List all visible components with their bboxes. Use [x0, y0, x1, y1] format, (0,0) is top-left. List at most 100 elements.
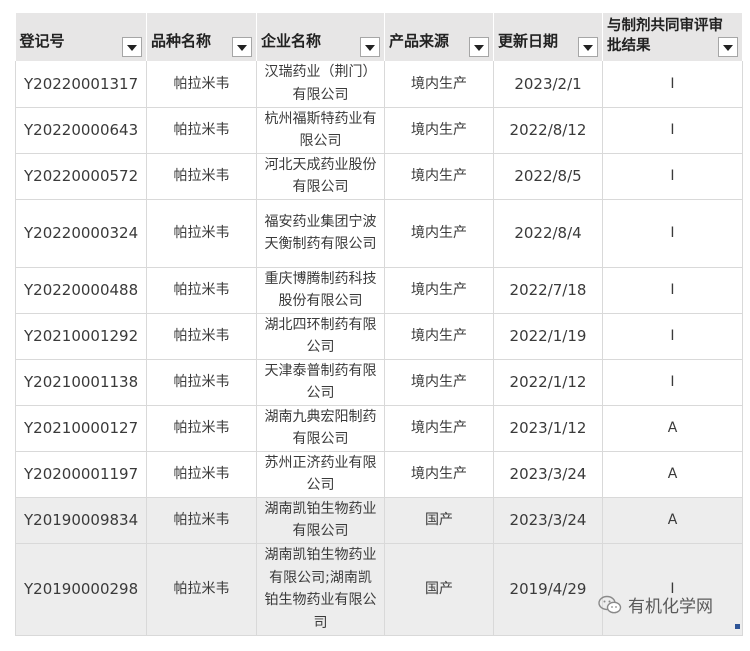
cell-reg-no[interactable]: Y20210000127	[15, 405, 147, 452]
cell-review-result[interactable]: I	[602, 359, 743, 406]
cell-update-date[interactable]: 2023/2/1	[493, 61, 603, 108]
cell-drug-name[interactable]: 帕拉米韦	[146, 61, 257, 108]
header-label: 更新日期	[498, 32, 559, 50]
header-label: 登记号	[19, 32, 65, 50]
cell-reg-no[interactable]: Y20220000488	[15, 267, 147, 314]
table-body: Y20220001317 帕拉米韦 汉瑞药业（荆门）有限公司 境内生产 2023/2/1…	[15, 61, 743, 636]
header-review-result: 与制剂共同审评审批结果	[602, 13, 743, 61]
filter-dropdown-button[interactable]	[578, 37, 598, 57]
table-row[interactable]: Y20220000488 帕拉米韦 重庆博腾制药科技股份有限公司 境内生产 2022/7…	[15, 267, 743, 314]
cell-company[interactable]: 重庆博腾制药科技股份有限公司	[256, 267, 385, 314]
cell-reg-no[interactable]: Y20190009834	[15, 497, 147, 544]
cell-drug-name[interactable]: 帕拉米韦	[146, 107, 257, 154]
cell-update-date[interactable]: 2022/1/12	[493, 359, 603, 406]
cell-update-date[interactable]: 2019/4/29	[493, 543, 603, 636]
cell-review-result[interactable]: I	[602, 153, 743, 200]
cell-source[interactable]: 国产	[384, 543, 494, 636]
cell-review-result[interactable]: I	[602, 107, 743, 154]
table-row[interactable]: Y20220000324 帕拉米韦 福安药业集团宁波天衡制药有限公司 境内生产 2022…	[15, 199, 743, 268]
table-row[interactable]: Y20210001138 帕拉米韦 天津泰普制药有限公司 境内生产 2022/1/12 I	[15, 359, 743, 406]
cell-source[interactable]: 境内生产	[384, 405, 494, 452]
cell-update-date[interactable]: 2022/8/4	[493, 199, 603, 268]
cell-source[interactable]: 境内生产	[384, 61, 494, 108]
watermark: 有机化学网	[598, 592, 713, 617]
cell-reg-no[interactable]: Y20210001138	[15, 359, 147, 406]
cell-review-result[interactable]: I	[602, 61, 743, 108]
filter-dropdown-button[interactable]	[469, 37, 489, 57]
cell-source[interactable]: 境内生产	[384, 267, 494, 314]
chevron-down-icon	[237, 45, 247, 51]
cell-company[interactable]: 福安药业集团宁波天衡制药有限公司	[256, 199, 385, 268]
cell-drug-name[interactable]: 帕拉米韦	[146, 267, 257, 314]
cell-source[interactable]: 境内生产	[384, 451, 494, 498]
data-table: 登记号 品种名称 企业名称 产品来源 更新日期 与制剂共同审评审批结果 Y202…	[15, 13, 743, 636]
filter-dropdown-button[interactable]	[360, 37, 380, 57]
cell-reg-no[interactable]: Y20220000572	[15, 153, 147, 200]
header-label: 品种名称	[151, 32, 212, 50]
cell-update-date[interactable]: 2022/8/12	[493, 107, 603, 154]
cell-update-date[interactable]: 2022/8/5	[493, 153, 603, 200]
cell-company[interactable]: 天津泰普制药有限公司	[256, 359, 385, 406]
cell-source[interactable]: 境内生产	[384, 153, 494, 200]
cell-company[interactable]: 杭州福斯特药业有限公司	[256, 107, 385, 154]
cell-review-result[interactable]: I	[602, 199, 743, 268]
header-update-date: 更新日期	[493, 13, 603, 61]
cell-review-result[interactable]: I	[602, 543, 743, 636]
cell-company[interactable]: 河北天成药业股份有限公司	[256, 153, 385, 200]
cell-update-date[interactable]: 2022/1/19	[493, 313, 603, 360]
cell-update-date[interactable]: 2023/3/24	[493, 497, 603, 544]
cell-drug-name[interactable]: 帕拉米韦	[146, 313, 257, 360]
table-row[interactable]: Y20210001292 帕拉米韦 湖北四环制药有限公司 境内生产 2022/1/19 I	[15, 313, 743, 360]
table-row[interactable]: Y20190009834 帕拉米韦 湖南凯铂生物药业有限公司 国产 2023/3/24 A	[15, 497, 743, 544]
cell-drug-name[interactable]: 帕拉米韦	[146, 543, 257, 636]
cell-company[interactable]: 湖北四环制药有限公司	[256, 313, 385, 360]
resize-handle[interactable]	[735, 624, 740, 629]
table-row[interactable]: Y20200001197 帕拉米韦 苏州正济药业有限公司 境内生产 2023/3/24 A	[15, 451, 743, 498]
table-row[interactable]: Y20220000643 帕拉米韦 杭州福斯特药业有限公司 境内生产 2022/8/12…	[15, 107, 743, 154]
chevron-down-icon	[365, 45, 375, 51]
cell-source[interactable]: 境内生产	[384, 313, 494, 360]
cell-reg-no[interactable]: Y20200001197	[15, 451, 147, 498]
cell-company[interactable]: 汉瑞药业（荆门）有限公司	[256, 61, 385, 108]
cell-drug-name[interactable]: 帕拉米韦	[146, 359, 257, 406]
cell-reg-no[interactable]: Y20220000324	[15, 199, 147, 268]
cell-source[interactable]: 境内生产	[384, 199, 494, 268]
chevron-down-icon	[474, 45, 484, 51]
cell-drug-name[interactable]: 帕拉米韦	[146, 405, 257, 452]
filter-dropdown-button[interactable]	[232, 37, 252, 57]
header-row: 登记号 品种名称 企业名称 产品来源 更新日期 与制剂共同审评审批结果	[15, 13, 743, 61]
cell-source[interactable]: 境内生产	[384, 107, 494, 154]
cell-company[interactable]: 苏州正济药业有限公司	[256, 451, 385, 498]
table-row[interactable]: Y20190000298 帕拉米韦 湖南凯铂生物药业有限公司;湖南凯铂生物药业有限公…	[15, 543, 743, 636]
wechat-icon	[598, 595, 622, 613]
table-row[interactable]: Y20220001317 帕拉米韦 汉瑞药业（荆门）有限公司 境内生产 2023/2/1…	[15, 61, 743, 108]
cell-reg-no[interactable]: Y20220000643	[15, 107, 147, 154]
cell-review-result[interactable]: A	[602, 405, 743, 452]
cell-source[interactable]: 国产	[384, 497, 494, 544]
cell-company[interactable]: 湖南凯铂生物药业有限公司	[256, 497, 385, 544]
header-drug-name: 品种名称	[146, 13, 257, 61]
cell-review-result[interactable]: I	[602, 313, 743, 360]
cell-drug-name[interactable]: 帕拉米韦	[146, 153, 257, 200]
filter-dropdown-button[interactable]	[718, 37, 738, 57]
cell-update-date[interactable]: 2022/7/18	[493, 267, 603, 314]
filter-dropdown-button[interactable]	[122, 37, 142, 57]
cell-reg-no[interactable]: Y20220001317	[15, 61, 147, 108]
cell-review-result[interactable]: A	[602, 451, 743, 498]
cell-update-date[interactable]: 2023/1/12	[493, 405, 603, 452]
cell-company[interactable]: 湖南九典宏阳制药有限公司	[256, 405, 385, 452]
chevron-down-icon	[583, 45, 593, 51]
cell-reg-no[interactable]: Y20190000298	[15, 543, 147, 636]
cell-drug-name[interactable]: 帕拉米韦	[146, 199, 257, 268]
cell-drug-name[interactable]: 帕拉米韦	[146, 497, 257, 544]
cell-review-result[interactable]: A	[602, 497, 743, 544]
table-row[interactable]: Y20210000127 帕拉米韦 湖南九典宏阳制药有限公司 境内生产 2023/1/1…	[15, 405, 743, 452]
table-row[interactable]: Y20220000572 帕拉米韦 河北天成药业股份有限公司 境内生产 2022/8/5…	[15, 153, 743, 200]
spreadsheet: 登记号 品种名称 企业名称 产品来源 更新日期 与制剂共同审评审批结果 Y202…	[15, 13, 743, 636]
cell-review-result[interactable]: I	[602, 267, 743, 314]
cell-update-date[interactable]: 2023/3/24	[493, 451, 603, 498]
cell-source[interactable]: 境内生产	[384, 359, 494, 406]
cell-reg-no[interactable]: Y20210001292	[15, 313, 147, 360]
cell-drug-name[interactable]: 帕拉米韦	[146, 451, 257, 498]
cell-company[interactable]: 湖南凯铂生物药业有限公司;湖南凯铂生物药业有限公司	[256, 543, 385, 636]
